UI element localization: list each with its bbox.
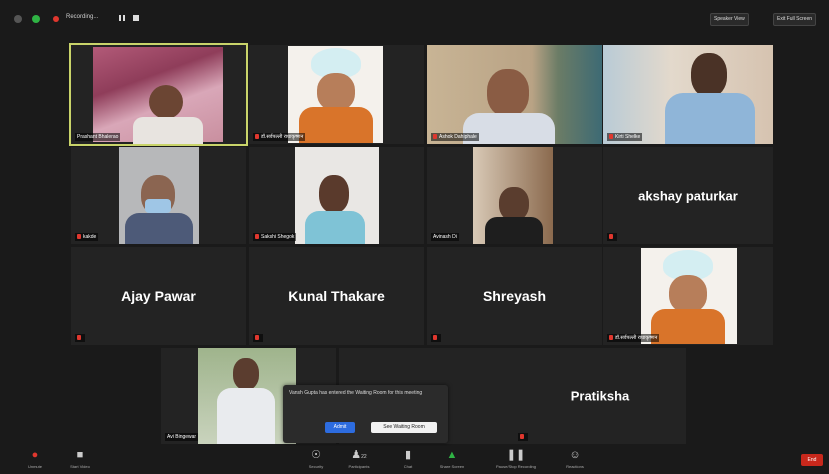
- muted-mic-icon: ●: [31, 449, 39, 461]
- participant-name: [253, 334, 263, 342]
- muted-mic-icon: [609, 335, 613, 341]
- participant-name: Ashok Dahiphale: [431, 133, 479, 141]
- chat-button[interactable]: ▮ Chat: [388, 448, 428, 469]
- participant-display-name: Kunal Thakare: [288, 288, 385, 304]
- participants-icon: ♟22: [351, 449, 367, 461]
- participant-name: [431, 334, 441, 342]
- share-screen-icon: ▲: [446, 449, 458, 461]
- security-button[interactable]: ☉ Security: [296, 448, 336, 469]
- admit-button[interactable]: Admit: [325, 422, 355, 433]
- participant-tile[interactable]: Kunal Thakare: [249, 247, 424, 345]
- pause-recording-icon-bar[interactable]: [123, 15, 125, 21]
- muted-mic-icon: [77, 335, 81, 341]
- participant-name: Prashant Bhalerao: [75, 133, 121, 141]
- participant-name: डॉ.सर्वपल्ली राधाकृष्णन: [253, 133, 306, 141]
- face-mask: [145, 199, 171, 213]
- participant-tile[interactable]: akshay paturkar: [603, 147, 773, 244]
- participant-name: [518, 433, 528, 441]
- participant-tile[interactable]: डॉ.सर्वपल्ली राधाकृष्णन: [603, 247, 773, 345]
- participants-button[interactable]: ♟22 Participants: [339, 448, 379, 469]
- person-body: [133, 117, 203, 144]
- person-head: [319, 175, 349, 213]
- pause-recording-icon[interactable]: [119, 15, 121, 21]
- end-meeting-button[interactable]: End: [801, 454, 823, 466]
- muted-mic-icon: [609, 234, 613, 240]
- participants-count: 22: [361, 454, 367, 460]
- reactions-icon: ☺: [569, 449, 581, 461]
- participant-tile[interactable]: kakde: [71, 147, 246, 244]
- person-head: [149, 85, 183, 119]
- exit-full-screen-button[interactable]: Exit Full Screen: [773, 13, 817, 26]
- person-body: [485, 217, 543, 244]
- muted-mic-icon: [255, 234, 259, 240]
- start-video-button[interactable]: ■ Start Video: [60, 448, 100, 469]
- person-head: [487, 69, 529, 117]
- person-body: [305, 211, 365, 244]
- recording-label: Recording...: [66, 14, 99, 20]
- muted-mic-icon: [255, 335, 259, 341]
- participant-name: Avi Bingewar: [165, 433, 199, 441]
- speaker-view-button[interactable]: Speaker View: [710, 13, 749, 26]
- participant-tile[interactable]: Ajay Pawar: [71, 247, 246, 345]
- muted-mic-icon: [433, 335, 437, 341]
- shield-icon: ☉: [311, 449, 321, 461]
- top-bar: Recording... Speaker View Exit Full Scre…: [0, 0, 829, 34]
- portrait-robe: [299, 107, 373, 143]
- person-body: [125, 213, 193, 244]
- person-body: [217, 388, 275, 444]
- muted-mic-icon: [609, 134, 613, 140]
- pause-stop-icon: ❚❚: [506, 449, 526, 461]
- muted-mic-icon: [433, 134, 437, 140]
- participant-name: [75, 334, 85, 342]
- chat-icon: ▮: [404, 449, 412, 461]
- shield-icon[interactable]: [32, 15, 40, 23]
- participant-display-name: Ajay Pawar: [121, 288, 196, 304]
- participant-name: [607, 233, 617, 241]
- share-screen-button[interactable]: ▲ Share Screen: [432, 448, 472, 469]
- participant-tile[interactable]: Avinash Di: [427, 147, 602, 244]
- muted-mic-icon: [77, 234, 81, 240]
- recording-dot-icon: [53, 16, 59, 22]
- portrait-face: [669, 275, 707, 313]
- participant-tile[interactable]: Shreyash: [427, 247, 602, 345]
- participant-name: Sakshi Shegok: [253, 233, 297, 241]
- pause-stop-recording-button[interactable]: ❚❚ Pause/Stop Recording: [488, 448, 544, 469]
- participant-name: डॉ.सर्वपल्ली राधाकृष्णन: [607, 334, 660, 342]
- waiting-room-notification: Vansh Gupta has entered the Waiting Room…: [283, 385, 448, 443]
- see-waiting-room-button[interactable]: See Waiting Room: [371, 422, 437, 433]
- participant-name: Kirti Shelke: [607, 133, 643, 141]
- meeting-toolbar: ● Unmute ■ Start Video ☉ Security ♟22 Pa…: [0, 446, 829, 474]
- info-icon[interactable]: [14, 15, 22, 23]
- participant-tile[interactable]: Pratiksha: [514, 348, 686, 444]
- participant-name: kakde: [75, 233, 99, 241]
- person-head: [691, 53, 727, 97]
- muted-mic-icon: [255, 134, 259, 140]
- participant-display-name: akshay paturkar: [638, 188, 738, 203]
- participant-name: Avinash Di: [431, 233, 459, 241]
- muted-mic-icon: [520, 434, 524, 440]
- portrait-robe: [651, 309, 725, 344]
- participant-tile[interactable]: Kirti Shelke: [603, 45, 773, 144]
- reactions-button[interactable]: ☺ Reactions: [555, 448, 595, 469]
- portrait-face: [317, 73, 355, 111]
- unmute-button[interactable]: ● Unmute: [15, 448, 55, 469]
- participant-tile[interactable]: Ashok Dahiphale: [427, 45, 602, 144]
- waiting-room-message: Vansh Gupta has entered the Waiting Room…: [289, 390, 423, 396]
- stop-recording-icon[interactable]: [133, 15, 139, 21]
- person-head: [233, 358, 259, 390]
- participant-tile[interactable]: Prashant Bhalerao: [69, 43, 248, 146]
- participant-display-name: Pratiksha: [570, 388, 630, 404]
- participant-display-name: Shreyash: [482, 288, 547, 304]
- person-body: [665, 93, 755, 144]
- participant-tile[interactable]: डॉ.सर्वपल्ली राधाकृष्णन: [249, 45, 424, 144]
- video-off-icon: ■: [76, 449, 84, 461]
- person-head: [499, 187, 529, 221]
- participant-tile[interactable]: Sakshi Shegok: [249, 147, 424, 244]
